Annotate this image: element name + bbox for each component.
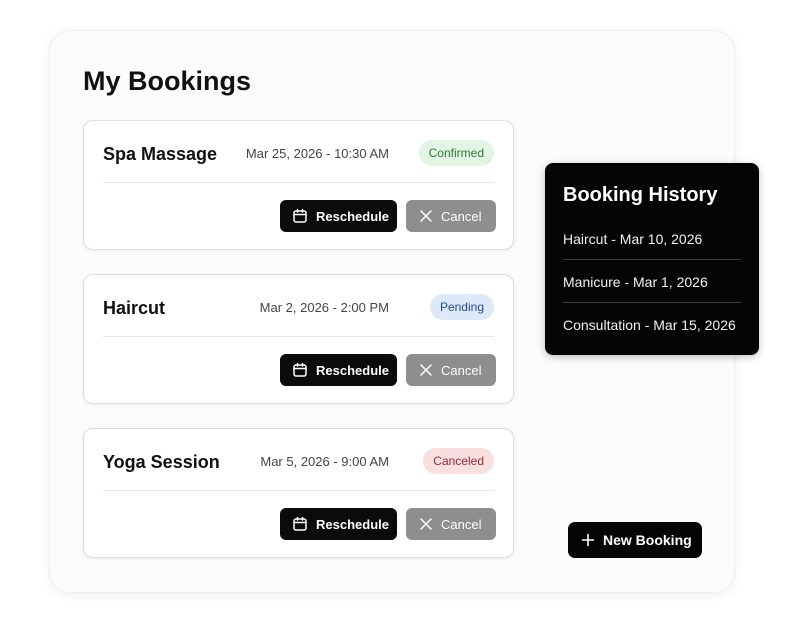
reschedule-label: Reschedule — [316, 516, 389, 532]
cancel-button[interactable]: Cancel — [406, 200, 496, 232]
reschedule-label: Reschedule — [316, 208, 389, 224]
close-icon — [420, 364, 432, 376]
history-divider — [563, 302, 741, 303]
card-divider — [103, 336, 494, 337]
booking-datetime: Mar 5, 2026 - 9:00 AM — [260, 454, 389, 469]
booking-card: Spa Massage Mar 25, 2026 - 10:30 AM Conf… — [83, 120, 514, 250]
status-badge: Canceled — [423, 448, 494, 474]
cancel-button[interactable]: Cancel — [406, 354, 496, 386]
page-title: My Bookings — [83, 66, 252, 96]
reschedule-button[interactable]: Reschedule — [280, 354, 397, 386]
cancel-label: Cancel — [441, 516, 482, 532]
booking-service-name: Haircut — [103, 298, 166, 318]
status-badge: Pending — [429, 294, 494, 320]
status-badge: Confirmed — [418, 140, 494, 166]
new-booking-label: New Booking — [603, 532, 692, 548]
card-divider — [103, 182, 494, 183]
history-divider — [563, 259, 741, 260]
booking-service-name: Yoga Session — [103, 452, 220, 472]
reschedule-button[interactable]: Reschedule — [280, 508, 397, 540]
booking-card: Haircut Mar 2, 2026 - 2:00 PM Pending Re… — [83, 274, 514, 404]
booking-card: Yoga Session Mar 5, 2026 - 9:00 AM Cance… — [83, 428, 514, 558]
card-divider — [103, 490, 494, 491]
booking-datetime: Mar 2, 2026 - 2:00 PM — [259, 300, 389, 315]
booking-datetime: Mar 25, 2026 - 10:30 AM — [245, 146, 389, 161]
booking-history-title: Booking History — [563, 184, 718, 206]
booking-service-name: Spa Massage — [103, 144, 218, 164]
plus-icon — [581, 533, 595, 547]
new-booking-button[interactable]: New Booking — [568, 522, 702, 558]
history-item[interactable]: Consultation - Mar 15, 2026 — [563, 316, 741, 334]
close-icon — [420, 210, 432, 222]
booking-history-panel: Booking History Haircut - Mar 10, 2026 M… — [545, 163, 759, 355]
reschedule-button[interactable]: Reschedule — [280, 200, 397, 232]
reschedule-label: Reschedule — [316, 362, 389, 378]
cancel-label: Cancel — [441, 362, 482, 378]
close-icon — [420, 518, 432, 530]
cancel-label: Cancel — [441, 208, 482, 224]
calendar-icon — [293, 362, 307, 377]
calendar-icon — [293, 516, 307, 531]
cancel-button[interactable]: Cancel — [406, 508, 496, 540]
history-item[interactable]: Haircut - Mar 10, 2026 — [563, 230, 741, 248]
calendar-icon — [293, 208, 307, 223]
history-item[interactable]: Manicure - Mar 1, 2026 — [563, 273, 741, 291]
